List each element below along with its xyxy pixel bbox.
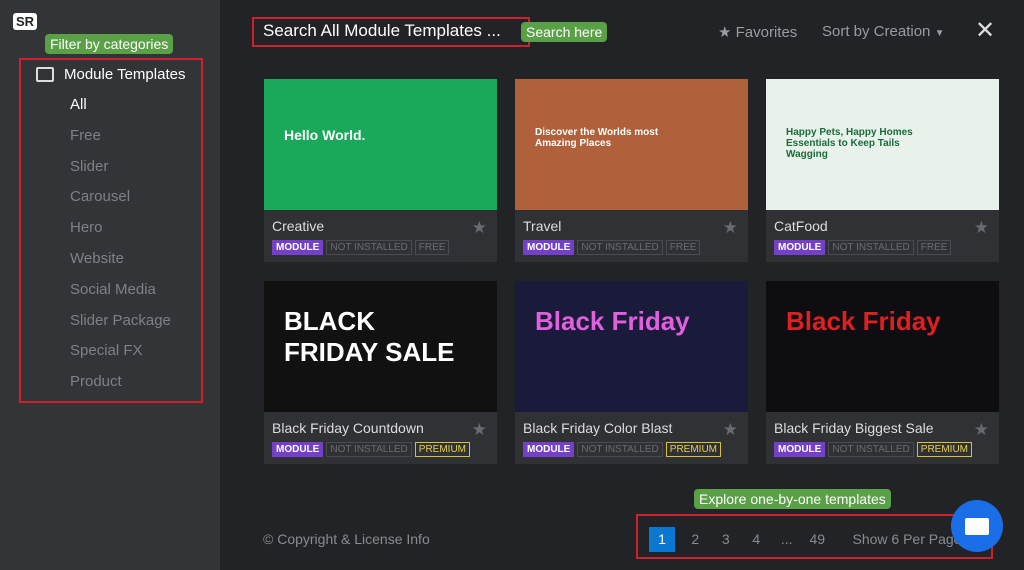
- tag: NOT INSTALLED: [326, 240, 412, 255]
- close-button[interactable]: ✕: [975, 16, 995, 45]
- template-thumbnail[interactable]: Happy Pets, Happy Homes Essentials to Ke…: [766, 79, 999, 210]
- logo: SR: [13, 13, 38, 30]
- thumbnail-text: Black Friday: [535, 306, 690, 336]
- template-card[interactable]: Discover the Worlds most Amazing Places …: [515, 79, 748, 262]
- thumbnail-text: Black Friday: [786, 306, 941, 336]
- tag: MODULE: [523, 442, 575, 457]
- sidebar: SR Filter by categories Module Templates…: [0, 0, 220, 570]
- tag: FREE: [414, 240, 450, 255]
- category-slider[interactable]: Slider: [70, 158, 171, 189]
- highlight-box: [252, 17, 530, 47]
- tag: MODULE: [774, 442, 826, 457]
- template-title: Black Friday Countdown: [272, 420, 424, 436]
- template-thumbnail[interactable]: Black Friday: [515, 281, 748, 412]
- category-website[interactable]: Website: [70, 250, 171, 281]
- tag: FREE: [665, 240, 701, 255]
- tag: NOT INSTALLED: [326, 442, 412, 457]
- template-thumbnail[interactable]: BLACK FRIDAY SALE: [264, 281, 497, 412]
- template-title: Black Friday Biggest Sale: [774, 420, 934, 436]
- tag: PREMIUM: [665, 442, 722, 457]
- tag: PREMIUM: [916, 442, 973, 457]
- heading-label: Module Templates: [64, 66, 186, 83]
- tag: NOT INSTALLED: [828, 240, 914, 255]
- tag: MODULE: [774, 240, 826, 255]
- template-title: CatFood: [774, 218, 828, 234]
- template-thumbnail[interactable]: Hello World.: [264, 79, 497, 210]
- tag: NOT INSTALLED: [577, 240, 663, 255]
- tag: MODULE: [272, 442, 324, 457]
- template-thumbnail[interactable]: Black Friday: [766, 281, 999, 412]
- sort-dropdown[interactable]: Sort by Creation ▼: [822, 23, 944, 40]
- thumbnail-text: Discover the Worlds most Amazing Places: [535, 127, 659, 149]
- tag: MODULE: [523, 240, 575, 255]
- category-all[interactable]: All: [70, 96, 171, 127]
- module-templates-heading[interactable]: Module Templates: [36, 66, 185, 83]
- star-icon: ★: [718, 24, 732, 41]
- tag: NOT INSTALLED: [828, 442, 914, 457]
- thumbnail-text: BLACK FRIDAY SALE: [284, 306, 455, 367]
- thumbnail-text: Happy Pets, Happy Homes Essentials to Ke…: [786, 127, 913, 160]
- template-title: Black Friday Color Blast: [523, 420, 673, 436]
- filter-callout: Filter by categories: [45, 34, 174, 54]
- category-special-fx[interactable]: Special FX: [70, 342, 171, 373]
- chat-button[interactable]: [951, 500, 1003, 552]
- template-card[interactable]: Hello World. Creative MODULE NOT INSTALLED…: [264, 79, 497, 262]
- template-title: Travel: [523, 218, 562, 234]
- tag: FREE: [916, 240, 952, 255]
- explore-callout: Explore one-by-one templates: [694, 489, 891, 509]
- favorite-star-icon[interactable]: ★: [723, 420, 738, 440]
- favorite-star-icon[interactable]: ★: [472, 420, 487, 440]
- chat-icon: [965, 517, 989, 535]
- category-slider-package[interactable]: Slider Package: [70, 312, 171, 343]
- template-thumbnail[interactable]: Discover the Worlds most Amazing Places: [515, 79, 748, 210]
- favorite-star-icon[interactable]: ★: [472, 218, 487, 238]
- sort-label: Sort by Creation: [822, 23, 931, 40]
- search-callout: Search here: [521, 22, 608, 42]
- template-card[interactable]: BLACK FRIDAY SALE Black Friday Countdown…: [264, 281, 497, 464]
- template-title: Creative: [272, 218, 325, 234]
- template-card[interactable]: Black Friday Black Friday Color Blast MOD…: [515, 281, 748, 464]
- category-product[interactable]: Product: [70, 373, 171, 404]
- thumbnail-text: Hello World.: [284, 127, 366, 143]
- category-hero[interactable]: Hero: [70, 219, 171, 250]
- favorite-star-icon[interactable]: ★: [974, 218, 989, 238]
- category-social-media[interactable]: Social Media: [70, 281, 171, 312]
- favorites-label: Favorites: [735, 24, 798, 41]
- template-icon: [36, 67, 54, 82]
- highlight-box: [636, 514, 993, 559]
- chevron-down-icon: ▼: [934, 28, 945, 39]
- template-card[interactable]: Black Friday Black Friday Biggest Sale MO…: [766, 281, 999, 464]
- favorites-button[interactable]: ★ Favorites: [718, 23, 797, 41]
- favorite-star-icon[interactable]: ★: [723, 218, 738, 238]
- category-free[interactable]: Free: [70, 127, 171, 158]
- copyright-link[interactable]: © Copyright & License Info: [263, 531, 430, 547]
- tag: NOT INSTALLED: [577, 442, 663, 457]
- category-carousel[interactable]: Carousel: [70, 188, 171, 219]
- favorite-star-icon[interactable]: ★: [974, 420, 989, 440]
- tag: PREMIUM: [414, 442, 471, 457]
- tag: MODULE: [272, 240, 324, 255]
- template-card[interactable]: Happy Pets, Happy Homes Essentials to Ke…: [766, 79, 999, 262]
